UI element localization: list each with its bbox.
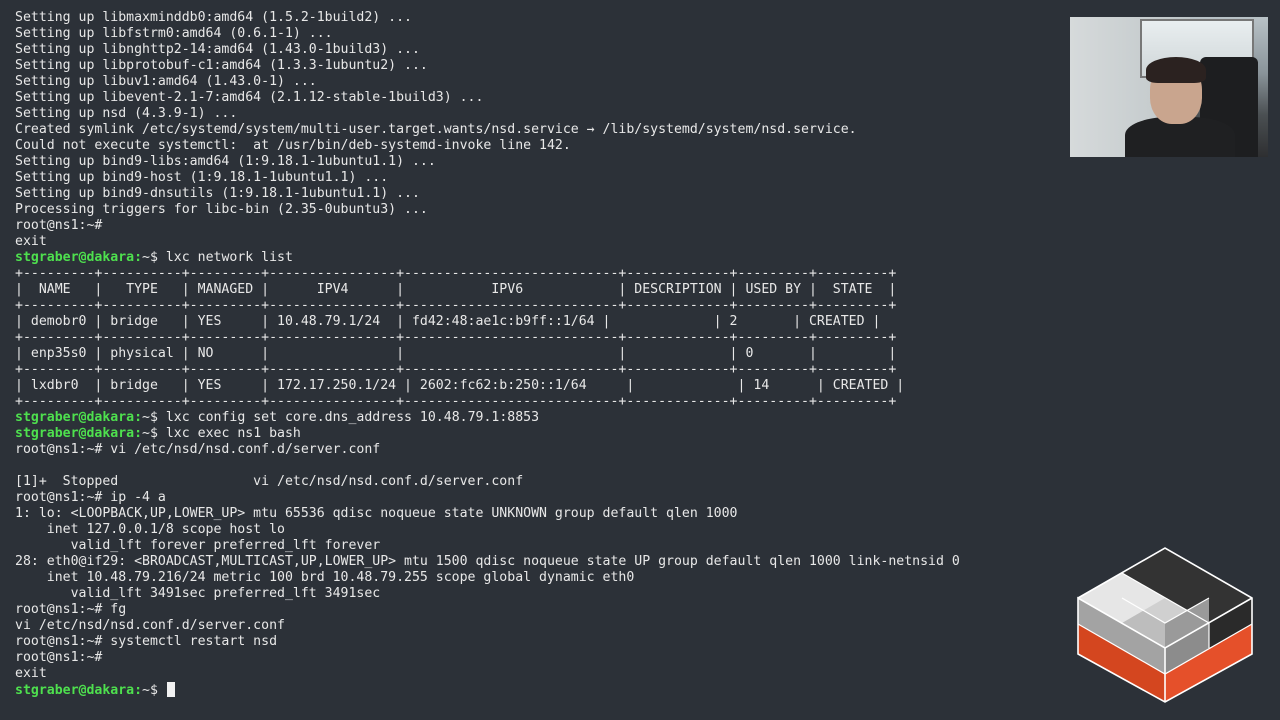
terminal-line: inet 127.0.0.1/8 scope host lo [15, 522, 1055, 538]
terminal-line: +---------+----------+---------+--------… [15, 330, 1055, 346]
terminal-line: valid_lft forever preferred_lft forever [15, 538, 1055, 554]
terminal-text: root@ns1:~# ip -4 a [15, 490, 166, 505]
terminal-output[interactable]: Setting up libmaxminddb0:amd64 (1.5.2-1b… [15, 10, 1055, 698]
terminal-text: +---------+----------+---------+--------… [15, 362, 897, 377]
terminal-text: root@ns1:~# [15, 650, 103, 665]
terminal-text: | demobr0 | bridge | YES | 10.48.79.1/24… [15, 314, 881, 329]
terminal-text: root@ns1:~# [15, 218, 103, 233]
terminal-line: Setting up bind9-host (1:9.18.1-1ubuntu1… [15, 170, 1055, 186]
terminal-text: root@ns1:~# systemctl restart nsd [15, 634, 278, 649]
terminal-line: Setting up libmaxminddb0:amd64 (1.5.2-1b… [15, 10, 1055, 26]
terminal-line: +---------+----------+---------+--------… [15, 266, 1055, 282]
terminal-text: root@ns1:~# fg [15, 602, 127, 617]
terminal-line: exit [15, 666, 1055, 682]
terminal-text: ~$ lxc network list [142, 250, 293, 265]
terminal-line: Setting up bind9-libs:amd64 (1:9.18.1-1u… [15, 154, 1055, 170]
prompt-user-host: stgraber@dakara: [15, 250, 143, 265]
terminal-line: Setting up nsd (4.3.9-1) ... [15, 106, 1055, 122]
terminal-line: +---------+----------+---------+--------… [15, 298, 1055, 314]
terminal-text: | lxdbr0 | bridge | YES | 172.17.250.1/2… [15, 378, 905, 393]
terminal-line: root@ns1:~# [15, 650, 1055, 666]
terminal-line: Created symlink /etc/systemd/system/mult… [15, 122, 1055, 138]
terminal-line: root@ns1:~# ip -4 a [15, 490, 1055, 506]
terminal-line: valid_lft 3491sec preferred_lft 3491sec [15, 586, 1055, 602]
terminal-text: inet 10.48.79.216/24 metric 100 brd 10.4… [15, 570, 635, 585]
terminal-text: exit [15, 666, 47, 681]
terminal-text: Setting up libnghttp2-14:amd64 (1.43.0-1… [15, 42, 420, 57]
terminal-text: Setting up libmaxminddb0:amd64 (1.5.2-1b… [15, 10, 412, 25]
terminal-text: root@ns1:~# vi /etc/nsd/nsd.conf.d/serve… [15, 442, 381, 457]
text-cursor [166, 682, 175, 697]
terminal-text: Could not execute systemctl: at /usr/bin… [15, 138, 571, 153]
terminal-line: Setting up libprotobuf-c1:amd64 (1.3.3-1… [15, 58, 1055, 74]
terminal-line: inet 10.48.79.216/24 metric 100 brd 10.4… [15, 570, 1055, 586]
terminal-line: Setting up libfstrm0:amd64 (0.6.1-1) ... [15, 26, 1055, 42]
terminal-line: +---------+----------+---------+--------… [15, 362, 1055, 378]
terminal-line: | NAME | TYPE | MANAGED | IPV4 | IPV6 | … [15, 282, 1055, 298]
terminal-text: | enp35s0 | physical | NO | | | | 0 | | [15, 346, 897, 361]
terminal-text: Setting up libevent-2.1-7:amd64 (2.1.12-… [15, 90, 484, 105]
terminal-text: [1]+ Stopped vi /etc/nsd/nsd.conf.d/serv… [15, 474, 524, 489]
terminal-line: root@ns1:~# [15, 218, 1055, 234]
prompt-user-host: stgraber@dakara: [15, 426, 143, 441]
terminal-text: Setting up bind9-dnsutils (1:9.18.1-1ubu… [15, 186, 420, 201]
terminal-text: Created symlink /etc/systemd/system/mult… [15, 122, 857, 137]
prompt-user-host: stgraber@dakara: [15, 410, 143, 425]
terminal-text: inet 127.0.0.1/8 scope host lo [15, 522, 285, 537]
terminal-text: ~$ lxc config set core.dns_address 10.48… [142, 410, 540, 425]
terminal-text: +---------+----------+---------+--------… [15, 330, 897, 345]
terminal-line: | lxdbr0 | bridge | YES | 172.17.250.1/2… [15, 378, 1055, 394]
terminal-text: ~$ [142, 683, 166, 698]
terminal-text: exit [15, 234, 47, 249]
terminal-text: ~$ lxc exec ns1 bash [142, 426, 301, 441]
terminal-text: | NAME | TYPE | MANAGED | IPV4 | IPV6 | … [15, 282, 897, 297]
terminal-line: 28: eth0@if29: <BROADCAST,MULTICAST,UP,L… [15, 554, 1055, 570]
terminal-text: 1: lo: <LOOPBACK,UP,LOWER_UP> mtu 65536 … [15, 506, 738, 521]
terminal-text: Setting up libprotobuf-c1:amd64 (1.3.3-1… [15, 58, 428, 73]
terminal-line: stgraber@dakara:~$ lxc network list [15, 250, 1055, 266]
terminal-line: +---------+----------+---------+--------… [15, 394, 1055, 410]
terminal-line: stgraber@dakara:~$ [15, 682, 1055, 698]
lxd-cube-logo-icon [1077, 547, 1253, 703]
terminal-line: stgraber@dakara:~$ lxc exec ns1 bash [15, 426, 1055, 442]
terminal-line: Processing triggers for libc-bin (2.35-0… [15, 202, 1055, 218]
terminal-line: | enp35s0 | physical | NO | | | | 0 | | [15, 346, 1055, 362]
terminal-line: Setting up libuv1:amd64 (1.43.0-1) ... [15, 74, 1055, 90]
terminal-line: | demobr0 | bridge | YES | 10.48.79.1/24… [15, 314, 1055, 330]
terminal-line: root@ns1:~# fg [15, 602, 1055, 618]
terminal-line: Could not execute systemctl: at /usr/bin… [15, 138, 1055, 154]
terminal-line: vi /etc/nsd/nsd.conf.d/server.conf [15, 618, 1055, 634]
terminal-text: +---------+----------+---------+--------… [15, 266, 897, 281]
terminal-line: 1: lo: <LOOPBACK,UP,LOWER_UP> mtu 65536 … [15, 506, 1055, 522]
terminal-line: stgraber@dakara:~$ lxc config set core.d… [15, 410, 1055, 426]
terminal-line: Setting up libnghttp2-14:amd64 (1.43.0-1… [15, 42, 1055, 58]
terminal-text: Setting up libuv1:amd64 (1.43.0-1) ... [15, 74, 317, 89]
terminal-text: Setting up nsd (4.3.9-1) ... [15, 106, 238, 121]
terminal-text: Setting up bind9-libs:amd64 (1:9.18.1-1u… [15, 154, 436, 169]
terminal-text: Setting up libfstrm0:amd64 (0.6.1-1) ... [15, 26, 333, 41]
terminal-text: valid_lft 3491sec preferred_lft 3491sec [15, 586, 381, 601]
terminal-text: +---------+----------+---------+--------… [15, 394, 897, 409]
prompt-user-host: stgraber@dakara: [15, 683, 143, 698]
terminal-line: root@ns1:~# systemctl restart nsd [15, 634, 1055, 650]
terminal-text: +---------+----------+---------+--------… [15, 298, 897, 313]
terminal-text: Setting up bind9-host (1:9.18.1-1ubuntu1… [15, 170, 389, 185]
terminal-text: Processing triggers for libc-bin (2.35-0… [15, 202, 428, 217]
terminal-text: 28: eth0@if29: <BROADCAST,MULTICAST,UP,L… [15, 554, 960, 569]
terminal-line: Setting up bind9-dnsutils (1:9.18.1-1ubu… [15, 186, 1055, 202]
terminal-line: exit [15, 234, 1055, 250]
terminal-text: vi /etc/nsd/nsd.conf.d/server.conf [15, 618, 285, 633]
terminal-text: valid_lft forever preferred_lft forever [15, 538, 381, 553]
terminal-line: root@ns1:~# vi /etc/nsd/nsd.conf.d/serve… [15, 442, 1055, 458]
terminal-line: Setting up libevent-2.1-7:amd64 (2.1.12-… [15, 90, 1055, 106]
presenter-webcam [1070, 17, 1268, 157]
terminal-line: [1]+ Stopped vi /etc/nsd/nsd.conf.d/serv… [15, 474, 1055, 490]
